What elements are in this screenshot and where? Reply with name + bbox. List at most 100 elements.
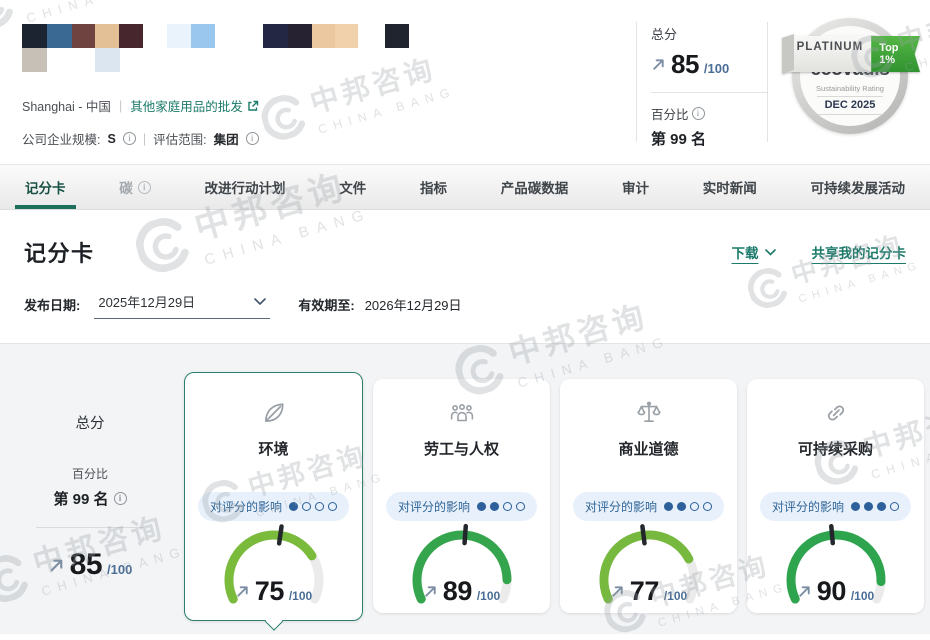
logo-block [312, 24, 335, 48]
impact-dot [328, 502, 337, 511]
impact-dots [289, 502, 337, 511]
link-icon [747, 399, 924, 429]
trend-arrow-icon [48, 557, 65, 574]
badge-ribbon: PLATINUM Top 1% [782, 36, 920, 72]
scope-label: 评估范围: [153, 129, 206, 148]
impact-dot [851, 502, 860, 511]
header: Shanghai - 中国 | 其他家庭用品的批发 公司企业规模: S | 评估… [0, 0, 930, 164]
impact-dots [851, 502, 899, 511]
theme-cards: 环境 对评分的影响 75 /100 劳工与人权 对评分的影响 [180, 344, 930, 634]
impact-badge: 对评分的影响 [760, 492, 911, 521]
badge-level: PLATINUM [788, 36, 873, 72]
logo-block [22, 24, 47, 48]
impact-dot [289, 502, 298, 511]
badge-date: DEC 2025 [817, 96, 884, 115]
company-size-value: S [107, 132, 115, 146]
total-score-label: 总分 [651, 24, 767, 43]
tab-carbon[interactable]: 碳 [108, 165, 162, 209]
theme-card-environment[interactable]: 环境 对评分的影响 75 /100 [184, 372, 363, 621]
theme-title: 劳工与人权 [373, 438, 550, 459]
theme-title: 环境 [185, 438, 362, 459]
theme-score-suffix: /100 [664, 589, 687, 603]
theme-card-sustainable-procurement[interactable]: 可持续采购 对评分的影响 90 /100 [747, 379, 924, 613]
info-icon[interactable] [246, 132, 259, 145]
impact-badge: 对评分的影响 [386, 492, 537, 521]
impact-dot [490, 502, 499, 511]
theme-card-business-ethics[interactable]: 商业道德 对评分的影响 77 /100 [560, 379, 737, 613]
theme-score-suffix: /100 [851, 589, 874, 603]
valid-until-label: 有效期至: [298, 295, 354, 314]
tab-metrics[interactable]: 指标 [409, 165, 458, 209]
trend-arrow-icon [610, 584, 625, 599]
chevron-down-icon [765, 249, 776, 256]
logo-block [47, 24, 72, 48]
ecovadis-badge: ecovadis Sustainability Rating DEC 2025 … [780, 14, 920, 134]
impact-dot [516, 502, 525, 511]
logo-block [385, 24, 409, 48]
overall-score-suffix: /100 [107, 562, 132, 577]
theme-title: 可持续采购 [747, 438, 924, 459]
share-scorecard-link[interactable]: 共享我的记分卡 [812, 242, 907, 262]
impact-dots [664, 502, 712, 511]
logo-block [263, 24, 288, 48]
company-location: Shanghai - 中国 [22, 96, 111, 115]
theme-score-value: 89 [443, 576, 472, 607]
download-link[interactable]: 下载 [732, 242, 776, 262]
impact-dot [703, 502, 712, 511]
logo-block [119, 24, 143, 48]
info-icon[interactable] [114, 492, 127, 505]
impact-dot [664, 502, 673, 511]
tab-documents[interactable]: 文件 [328, 165, 377, 209]
page-title: 记分卡 [24, 236, 95, 268]
theme-score-suffix: /100 [477, 589, 500, 603]
industry-link[interactable]: 其他家庭用品的批发 [130, 96, 259, 115]
publish-date-select[interactable]: 2025年12月29日 [94, 290, 270, 319]
tab-product-carbon-data[interactable]: 产品碳数据 [490, 165, 580, 209]
divider: | [119, 99, 122, 113]
theme-gauge: 75 /100 [214, 523, 334, 609]
impact-badge: 对评分的影响 [198, 492, 349, 521]
impact-label: 对评分的影响 [210, 498, 282, 515]
logo-block [95, 48, 120, 72]
leaf-icon [185, 399, 362, 429]
theme-gauge: 77 /100 [589, 523, 709, 609]
impact-badge: 对评分的影响 [573, 492, 724, 521]
tab-audit[interactable]: 审计 [611, 165, 660, 209]
logo-block [167, 24, 191, 48]
theme-title: 商业道德 [560, 438, 737, 459]
overall-score-value: 85 [70, 548, 102, 582]
themes-board: 总分 百分比 第 99 名 85 /100 环境 对评分的影响 [0, 344, 930, 634]
company-logo-redacted [22, 24, 452, 74]
impact-dot [864, 502, 873, 511]
publish-date-label: 发布日期: [24, 295, 80, 314]
divider [767, 22, 768, 142]
company-size-label: 公司企业规模: [22, 129, 100, 148]
overall-label: 总分 [0, 412, 180, 433]
total-score-value: 85 [671, 49, 699, 80]
theme-score-value: 77 [630, 576, 659, 607]
percentile-label: 百分比 [651, 104, 689, 123]
tab-improvement-plan[interactable]: 改进行动计划 [194, 165, 297, 209]
ribbon-fold [782, 34, 794, 74]
tab-scorecard[interactable]: 记分卡 [14, 165, 77, 209]
external-link-icon [247, 100, 259, 112]
logo-block [191, 24, 215, 48]
scope-value: 集团 [214, 129, 239, 148]
tab-sustainability-activities[interactable]: 可持续发展活动 [800, 165, 917, 209]
impact-label: 对评分的影响 [772, 498, 844, 515]
scorecard-titlebar: 记分卡 下载 共享我的记分卡 [0, 210, 930, 288]
trend-arrow-icon [797, 584, 812, 599]
tab-live-news[interactable]: 实时新闻 [692, 165, 768, 209]
trend-arrow-icon [235, 584, 250, 599]
theme-score-value: 75 [255, 576, 284, 607]
impact-dot [302, 502, 311, 511]
percentile-rank: 第 99 名 [651, 128, 767, 149]
info-icon[interactable] [692, 107, 705, 120]
impact-dot [477, 502, 486, 511]
total-score-suffix: /100 [704, 61, 729, 76]
logo-block [72, 24, 95, 48]
impact-dot [877, 502, 886, 511]
info-icon[interactable] [123, 132, 136, 145]
divider [36, 527, 144, 528]
theme-card-labor-human-rights[interactable]: 劳工与人权 对评分的影响 89 /100 [373, 379, 550, 613]
